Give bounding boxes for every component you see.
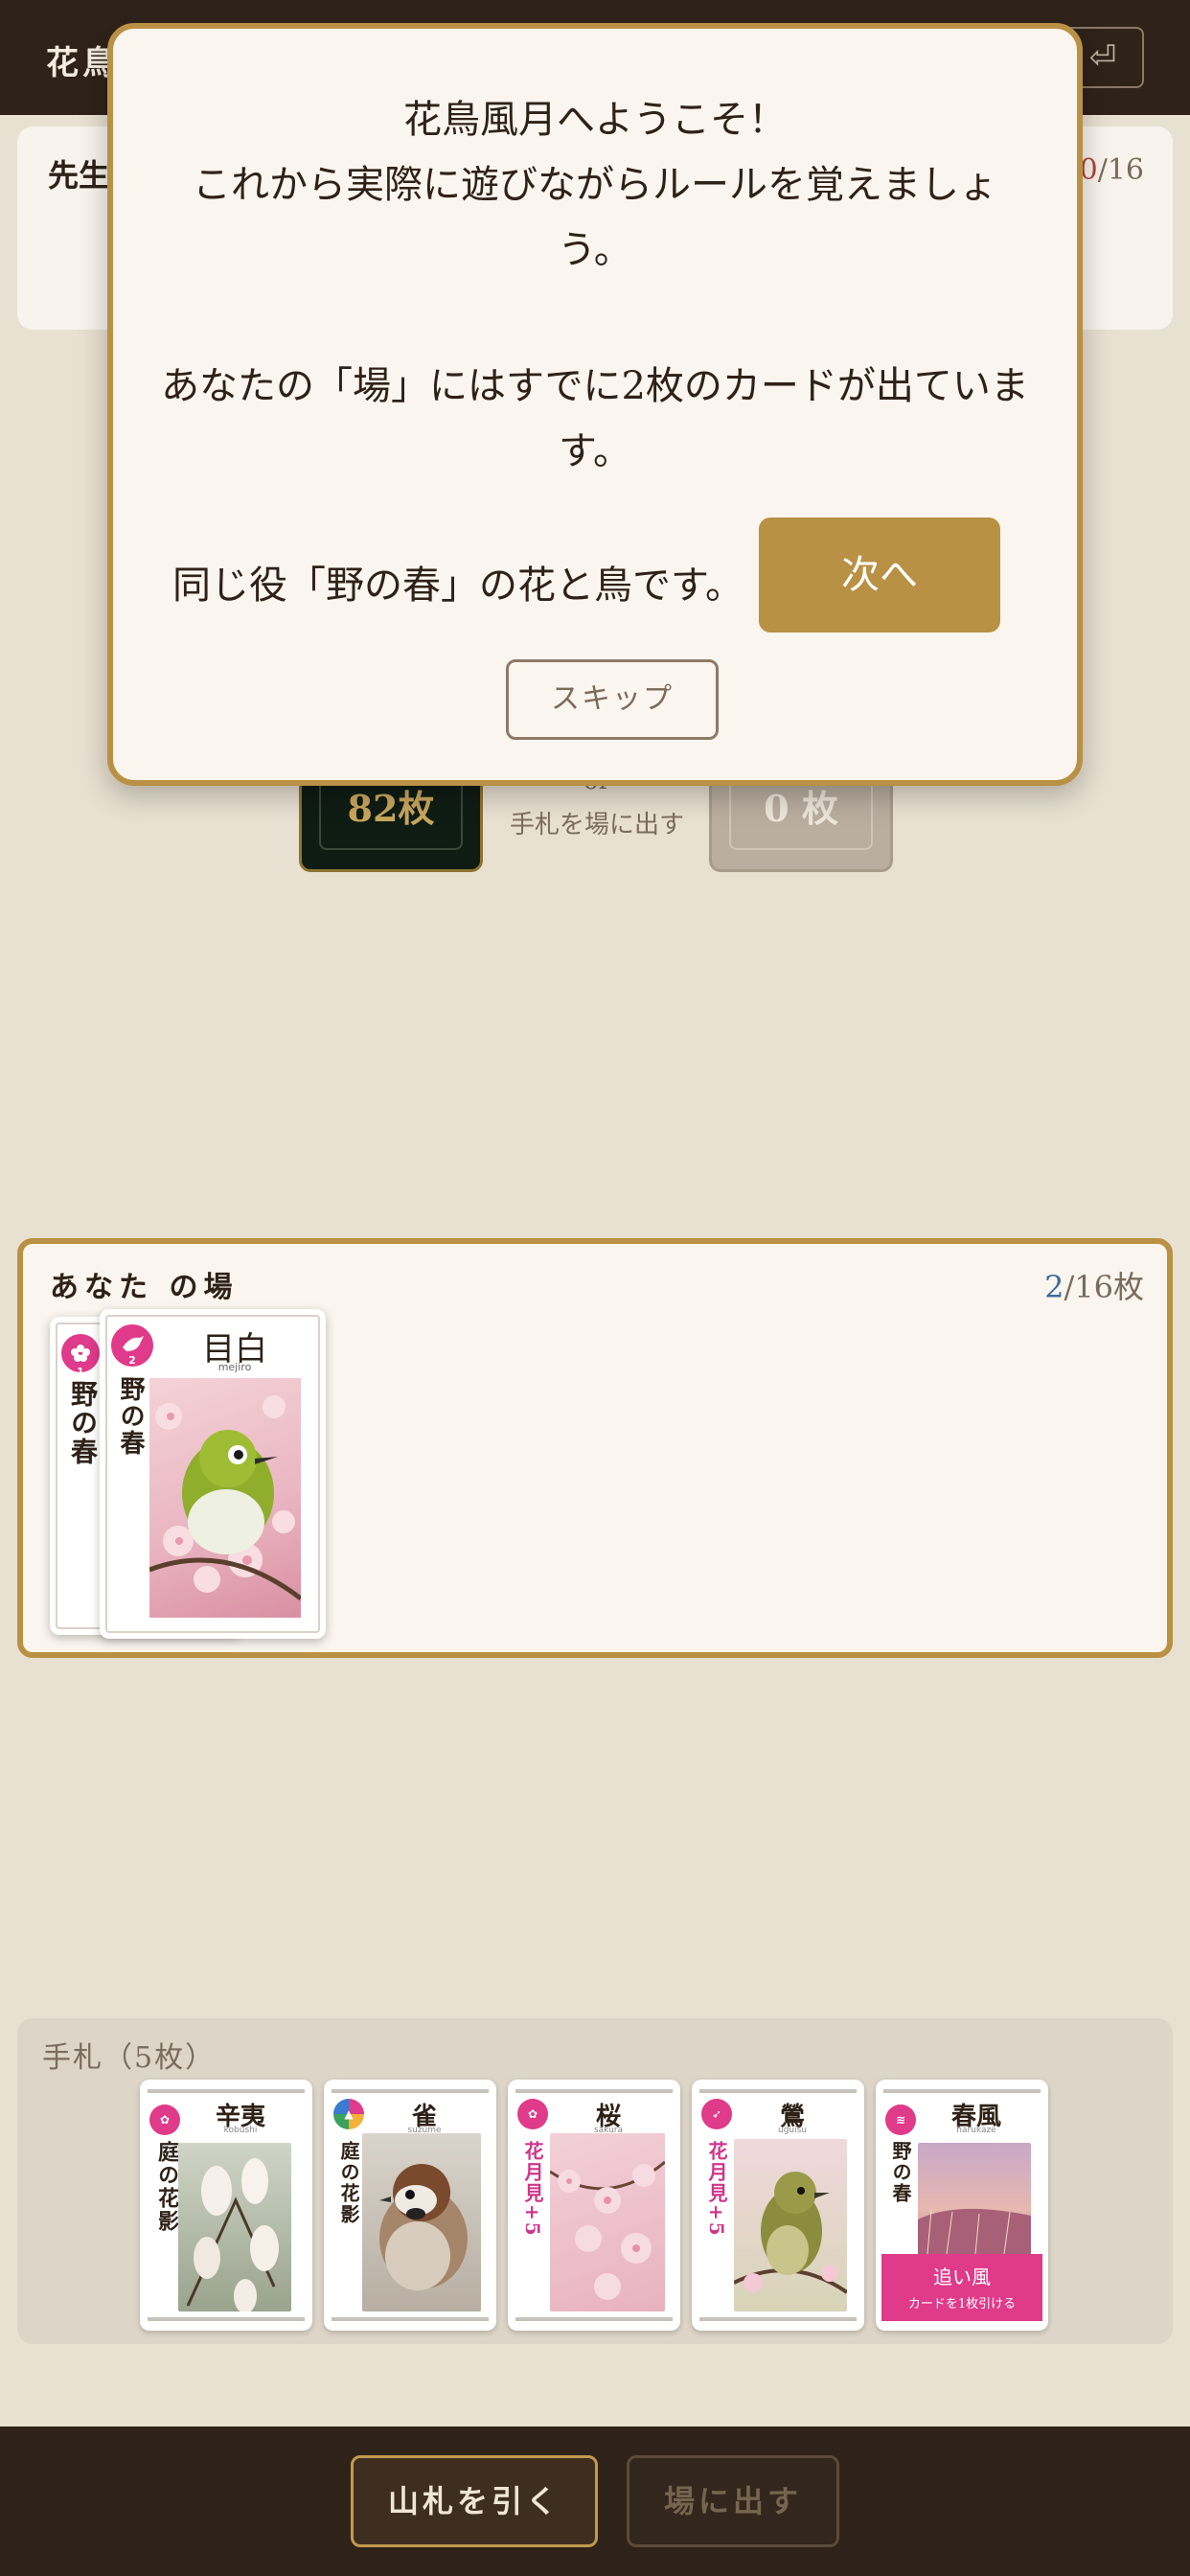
hand-card-harukaze[interactable]: ≋ 春風 harukaze 野の春 追い風 カードを1枚引ける xyxy=(876,2080,1048,2331)
opponent-name: 先生 xyxy=(48,157,110,194)
opponent-card-count: 0/16 xyxy=(1079,153,1144,187)
card-roman: kobushi xyxy=(223,2126,258,2135)
skip-button[interactable]: スキップ xyxy=(506,659,719,740)
harukaze-illustration xyxy=(918,2143,1031,2255)
wind-badge-icon: ≋ xyxy=(885,2104,916,2135)
card-roman: mejiro xyxy=(217,1361,252,1373)
effect-text: カードを1枚引ける xyxy=(907,2297,1017,2312)
bird-badge-icon: ➶ xyxy=(701,2099,732,2129)
card-yaku-label: 野の春 xyxy=(889,2141,912,2204)
bird-badge-icon: ▲ xyxy=(333,2099,364,2129)
card-roman: harukaze xyxy=(956,2126,996,2135)
player-field-title: あなた の場 xyxy=(50,1271,239,1304)
card-yaku-label: 野の春 xyxy=(67,1380,99,1466)
effect-box: 追い風 カードを1枚引ける xyxy=(881,2254,1042,2321)
hand-card-sakura[interactable]: ✿ 桜 sakura 花月見+5 xyxy=(508,2080,680,2331)
hand-title: 手札（5枚） xyxy=(42,2041,217,2075)
tutorial-line: 同じ役「野の春」の花と鳥です。 xyxy=(172,564,744,608)
bird-badge-icon: 2 xyxy=(111,1324,153,1367)
flower-badge-icon: ✿ xyxy=(149,2104,180,2135)
tutorial-line: あなたの「場」にはすでに2枚のカードが出ていま xyxy=(161,364,1029,408)
card-yaku-label: 庭の花影 xyxy=(337,2141,360,2225)
hand-card-kobushi[interactable]: ✿ 辛夷 kobushi 庭の花影 xyxy=(140,2080,312,2331)
flower-badge-icon: 1 xyxy=(61,1334,100,1378)
sakura-illustration xyxy=(549,2133,666,2312)
deck-hint-label: 手札を場に出す xyxy=(509,811,684,840)
play-card-button[interactable]: 場に出す xyxy=(627,2455,839,2547)
field-card-mejiro[interactable]: 2 目白 mejiro 野の春 xyxy=(100,1309,326,1639)
flower-badge-icon: ✿ xyxy=(517,2099,548,2129)
suzume-illustration xyxy=(362,2133,481,2312)
card-yaku-label: 野の春 xyxy=(116,1376,145,1457)
hand-card-suzume[interactable]: ▲ 雀 suzume 庭の花影 xyxy=(324,2080,496,2331)
tutorial-line: 花鳥風月へようこそ！ xyxy=(403,98,787,142)
hand-card-uguisu[interactable]: ➶ 鶯 uguisu 花月見+5 xyxy=(692,2080,864,2331)
card-roman: uguisu xyxy=(777,2126,807,2135)
card-yaku-label: 花月見+5 xyxy=(521,2141,544,2238)
return-icon: ⏎ xyxy=(1088,38,1117,77)
hand-area: 手札（5枚） ✿ 辛夷 kobushi 庭の花影 ▲ 雀 suzume 庭の花影 xyxy=(17,2018,1173,2344)
uguisu-illustration xyxy=(733,2139,849,2312)
next-button[interactable]: 次へ xyxy=(759,518,1000,632)
effect-title: 追い風 xyxy=(933,2266,991,2288)
player-field: あなた の場 2/16枚 1 野の春 2 目白 mejiro 野の春 xyxy=(17,1238,1173,1658)
player-field-count: 2/16枚 xyxy=(1044,1269,1144,1305)
tutorial-line: これから実際に遊びながらルールを覚えましょ xyxy=(193,163,997,207)
draw-card-button[interactable]: 山札を引く xyxy=(351,2455,598,2547)
action-bar: 山札を引く 場に出す xyxy=(0,2426,1190,2576)
mejiro-illustration xyxy=(149,1378,303,1618)
tutorial-dialog: 花鳥風月へようこそ！ これから実際に遊びながらルールを覚えましょ う。 あなたの… xyxy=(107,23,1083,786)
tutorial-line: う。 xyxy=(558,228,632,272)
card-yaku-label: 花月見+5 xyxy=(705,2141,728,2238)
kobushi-illustration xyxy=(178,2143,291,2313)
tutorial-line: す。 xyxy=(559,429,631,473)
